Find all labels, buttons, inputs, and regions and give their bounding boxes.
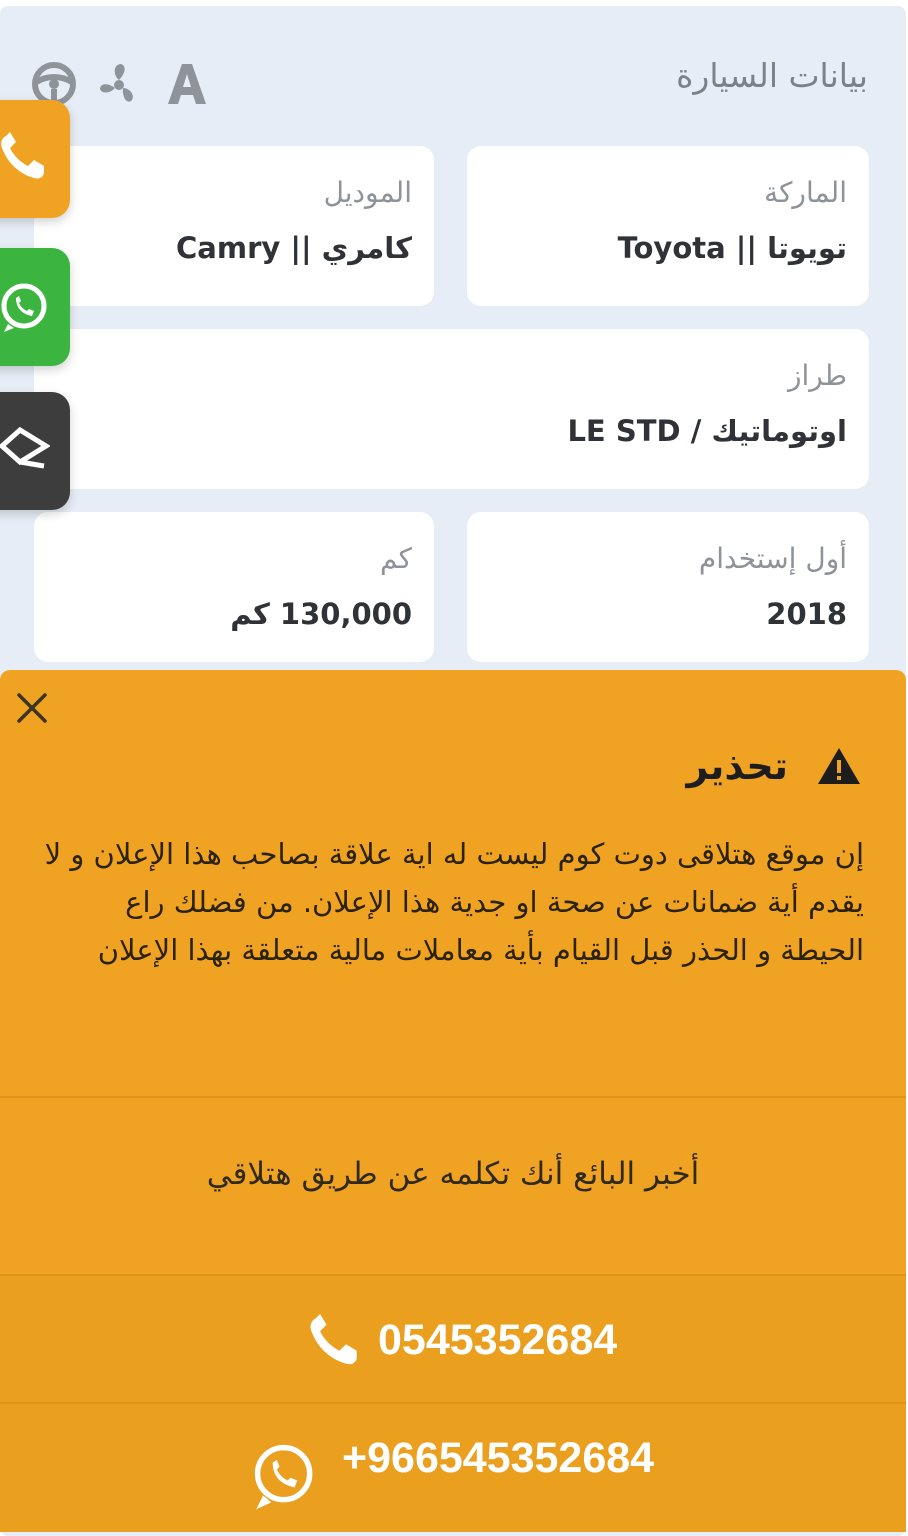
model-value: كامري || Camry [176,231,412,265]
trim-value: اوتوماتيك / LE STD [567,414,847,448]
tell-seller-text: أخبر البائع أنك تكلمه عن طريق هتلاقي [206,1156,700,1192]
whatsapp-float-button[interactable] [0,248,70,366]
phone-row[interactable]: 0545352684 [0,1274,906,1404]
divider [0,1096,906,1098]
km-card: كم 130,000 كم [34,512,434,662]
share-float-button[interactable] [0,392,70,510]
first-use-value: 2018 [766,597,847,631]
whatsapp-number[interactable]: +966545352684 [342,1434,654,1483]
make-card: الماركة تويوتا || Toyota [467,146,869,306]
whatsapp-icon [254,1444,313,1510]
first-use-label: أول إستخدام [698,542,847,575]
phone-icon [1,132,44,179]
share-icon [0,426,50,469]
warning-title-text: تحذير [686,744,788,788]
fan-icon [100,64,133,102]
whatsapp-row[interactable]: +966545352684 [0,1402,906,1532]
trim-card: طراز اوتوماتيك / LE STD [34,329,869,489]
phone-number[interactable]: 0545352684 [378,1316,617,1365]
first-use-card: أول إستخدام 2018 [467,512,869,662]
km-label: كم [380,542,412,575]
close-icon[interactable] [14,690,50,726]
call-float-button[interactable] [0,100,70,218]
model-label: الموديل [323,176,412,209]
warning-triangle-icon [818,748,860,784]
make-value: تويوتا || Toyota [617,231,847,265]
warning-body: إن موقع هتلاقى دوت كوم ليست له اية علاقة… [44,837,864,967]
km-value: 130,000 كم [230,597,412,631]
trim-label: طراز [787,359,847,392]
whatsapp-icon [1,283,47,332]
section-title: بيانات السيارة [676,56,868,95]
letter-a-icon [168,64,206,104]
phone-icon [310,1314,357,1365]
warning-title: تحذير [686,744,862,788]
model-card: الموديل كامري || Camry [34,146,434,306]
make-label: الماركة [764,176,847,209]
